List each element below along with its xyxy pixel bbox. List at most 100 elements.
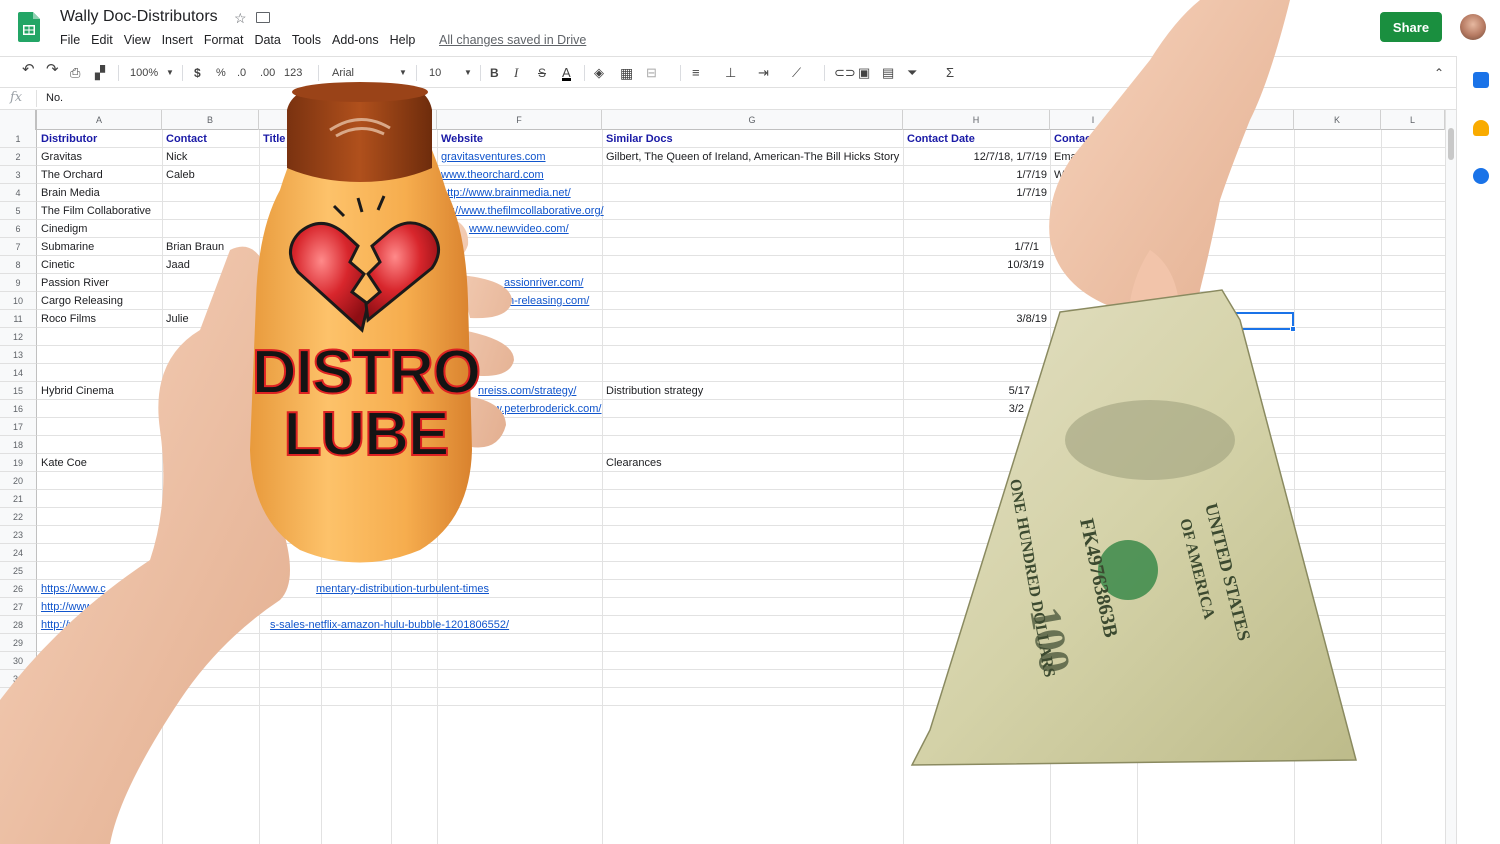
header-contact-date[interactable]: Contact Date — [903, 130, 975, 148]
insert-comment-icon[interactable]: ▣ — [858, 65, 870, 81]
horizontal-align-icon[interactable]: ≡ — [692, 65, 700, 81]
menu-format[interactable]: Format — [204, 33, 244, 47]
row-header[interactable]: 30 — [0, 652, 37, 670]
cell-b8[interactable]: Jaad — [162, 256, 190, 274]
redo-icon[interactable]: ↷ — [46, 62, 59, 78]
row-header[interactable]: 29 — [0, 634, 37, 652]
row-header[interactable]: 21 — [0, 490, 37, 508]
cell-b7[interactable]: Brian Braun — [162, 238, 224, 256]
cell-h8[interactable]: 10/3/19 — [903, 256, 1047, 274]
zoom-select[interactable]: 100% — [130, 65, 158, 81]
star-icon[interactable]: ☆ — [234, 10, 247, 27]
column-header[interactable] — [391, 110, 437, 130]
row-header[interactable]: 20 — [0, 472, 37, 490]
cell-f2[interactable]: gravitasventures.com — [437, 148, 546, 166]
row-header[interactable]: 2 — [0, 148, 37, 166]
cell-a6[interactable]: Cinedigm — [37, 220, 87, 238]
cell-h7[interactable]: 1/7/1 — [903, 238, 1042, 256]
text-wrapping-icon[interactable]: ⇥ — [758, 65, 769, 81]
cell-b3[interactable]: Caleb — [162, 166, 195, 184]
scroll-thumb[interactable] — [1448, 128, 1454, 160]
column-header[interactable]: I — [1050, 110, 1137, 130]
cell-f6[interactable]: www.newvideo.com/ — [465, 220, 569, 238]
collapse-toolbar-icon[interactable]: ⌃ — [1434, 65, 1444, 81]
column-header[interactable]: H — [903, 110, 1050, 130]
header-distributor[interactable]: Distributor — [37, 130, 97, 148]
functions-icon[interactable]: Σ — [946, 65, 954, 81]
row-header[interactable]: 18 — [0, 436, 37, 454]
row-header[interactable]: 28 — [0, 616, 37, 634]
save-status[interactable]: All changes saved in Drive — [439, 33, 586, 47]
cell-g15[interactable]: Distribution strategy — [602, 382, 703, 400]
row-header[interactable]: 12 — [0, 328, 37, 346]
row-header[interactable]: 32 — [0, 688, 37, 706]
cell-a7[interactable]: Submarine — [37, 238, 94, 256]
cell-f4[interactable]: http://www.brainmedia.net/ — [437, 184, 571, 202]
row-header[interactable]: 19 — [0, 454, 37, 472]
row-header[interactable]: 27 — [0, 598, 37, 616]
chevron-down-icon[interactable]: ▼ — [464, 65, 472, 81]
sheets-logo-icon[interactable] — [18, 12, 40, 42]
insert-chart-icon[interactable]: ▤ — [882, 65, 894, 81]
cell-i2[interactable]: Email — [1050, 148, 1082, 166]
cell-a2[interactable]: Gravitas — [37, 148, 82, 166]
row-header[interactable]: 6 — [0, 220, 37, 238]
row-header[interactable]: 16 — [0, 400, 37, 418]
row-header[interactable]: 23 — [0, 526, 37, 544]
more-formats-button[interactable]: 123 — [284, 65, 302, 81]
cell-f10[interactable]: n-releasing.com/ — [504, 292, 589, 310]
cell-a11[interactable]: Roco Films — [37, 310, 96, 328]
menu-tools[interactable]: Tools — [292, 33, 321, 47]
percent-format-button[interactable]: % — [216, 65, 226, 81]
header-contact-type[interactable]: Contact T — [1050, 130, 1105, 148]
cell-a9[interactable]: Passion River — [37, 274, 109, 292]
column-header[interactable]: G — [602, 110, 903, 130]
currency-format-button[interactable]: $ — [194, 65, 201, 81]
cell-h2[interactable]: 12/7/18, 1/7/19 — [903, 148, 1050, 166]
chevron-down-icon[interactable]: ▼ — [399, 65, 407, 81]
vertical-scrollbar[interactable] — [1445, 110, 1456, 844]
column-header[interactable]: F — [437, 110, 602, 130]
cell-a15[interactable]: Hybrid Cinema — [37, 382, 114, 400]
menu-insert[interactable]: Insert — [162, 33, 193, 47]
print-icon[interactable]: ⎙ — [70, 65, 80, 81]
row-header[interactable]: 15 — [0, 382, 37, 400]
cell-e28[interactable]: s-sales-netflix-amazon-hulu-bubble-12018… — [266, 616, 509, 634]
header-website[interactable]: Website — [437, 130, 483, 148]
cell-a28[interactable]: http://w — [37, 616, 76, 634]
column-header[interactable] — [321, 110, 391, 130]
menu-view[interactable]: View — [124, 33, 151, 47]
row-header[interactable]: 7 — [0, 238, 37, 256]
insert-link-icon[interactable]: ⊂⊃ — [834, 65, 856, 81]
share-button[interactable]: Share — [1380, 12, 1442, 42]
chevron-down-icon[interactable]: ▼ — [166, 65, 174, 81]
row-header[interactable]: 11 — [0, 310, 37, 328]
column-header[interactable]: B — [162, 110, 259, 130]
row-header[interactable]: 17 — [0, 418, 37, 436]
document-title[interactable]: Wally Doc-Distributors — [60, 8, 218, 26]
cell-a27[interactable]: http://www — [37, 598, 92, 616]
row-header[interactable]: 9 — [0, 274, 37, 292]
cell-f15[interactable]: nreiss.com/strategy/ — [474, 382, 576, 400]
cell-f3[interactable]: www.theorchard.com — [437, 166, 544, 184]
decrease-decimal-button[interactable]: .0 — [237, 65, 246, 81]
bold-button[interactable]: B — [490, 65, 499, 81]
cell-g2[interactable]: Gilbert, The Queen of Ireland, American-… — [602, 148, 899, 166]
keep-icon[interactable] — [1473, 120, 1489, 136]
cell-b2[interactable]: Nick — [162, 148, 187, 166]
header-contact[interactable]: Contact — [162, 130, 207, 148]
text-rotation-icon[interactable]: ⟋ — [792, 65, 801, 81]
cell-f5[interactable]: ://www.thefilmcollaborative.org/ — [448, 202, 604, 220]
header-title[interactable]: Title — [259, 130, 285, 148]
fill-color-icon[interactable]: ◈ — [594, 65, 604, 81]
menu-add-ons[interactable]: Add-ons — [332, 33, 379, 47]
cell-a10[interactable]: Cargo Releasing — [37, 292, 123, 310]
spreadsheet-grid[interactable]: ABFGHIKL 1 2 3 4 5 6 7 8 9 10 11 12 13 14 15 16 17 18 19 20… — [0, 110, 1445, 844]
vertical-align-icon[interactable]: ⊥ — [725, 65, 736, 81]
select-all-corner[interactable] — [0, 110, 37, 130]
row-header[interactable]: 8 — [0, 256, 37, 274]
merge-cells-icon[interactable]: ⊟ — [646, 65, 657, 81]
column-header[interactable]: A — [37, 110, 162, 130]
cell-a4[interactable]: Brain Media — [37, 184, 100, 202]
column-header[interactable] — [259, 110, 321, 130]
